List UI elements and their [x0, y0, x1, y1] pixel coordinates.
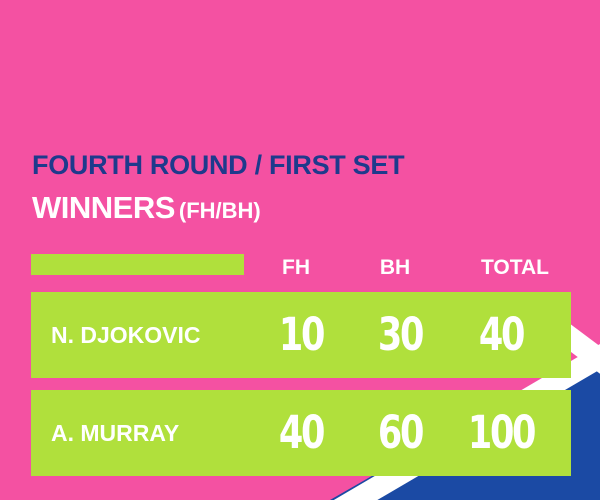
- fh-winners-value: 40: [278, 406, 326, 459]
- bh-winners-value: 30: [377, 308, 425, 361]
- title-main: WINNERS: [32, 190, 175, 225]
- total-winners-value: 40: [478, 308, 526, 361]
- title-paren: (FH/BH): [178, 198, 261, 223]
- header-accent-bar: [31, 254, 244, 275]
- graphic-title: WINNERS (FH/BH): [32, 190, 261, 226]
- graphic-canvas: FOURTH ROUND / FIRST SET WINNERS (FH/BH) …: [0, 0, 600, 500]
- player-name: N. DJOKOVIC: [51, 322, 201, 348]
- column-header-bh: BH: [379, 256, 411, 279]
- fh-winners-value: 10: [278, 308, 326, 361]
- bh-winners-value: 60: [377, 406, 425, 459]
- player-name: A. MURRAY: [51, 420, 180, 446]
- player-row-murray: A. MURRAY 40 60 100: [31, 390, 571, 476]
- total-winners-value: 100: [467, 406, 537, 459]
- column-header-total: TOTAL: [480, 256, 550, 279]
- round-subtitle: FOURTH ROUND / FIRST SET: [32, 150, 405, 180]
- player-row-djokovic: N. DJOKOVIC 10 30 40: [31, 292, 571, 378]
- column-header-fh: FH: [282, 256, 310, 279]
